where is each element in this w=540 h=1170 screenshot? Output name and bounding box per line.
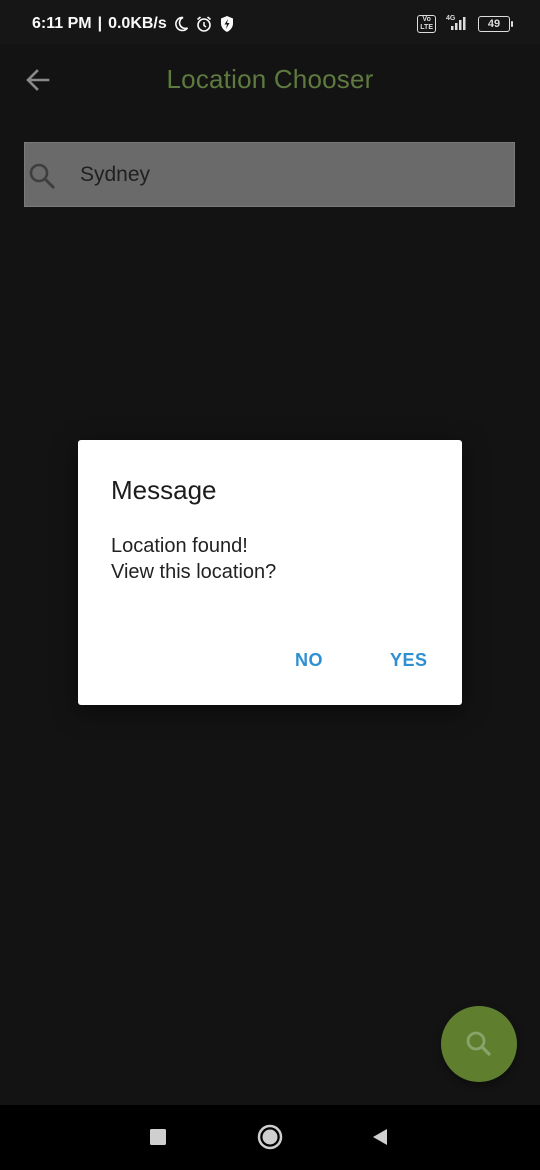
- shield-bolt-icon: [219, 15, 235, 33]
- volte-icon: Vo LTE: [417, 15, 436, 33]
- triangle-back-icon: [373, 1129, 387, 1145]
- yes-button[interactable]: YES: [384, 646, 434, 675]
- search-bar[interactable]: [24, 142, 515, 207]
- dialog-title: Message: [111, 475, 217, 505]
- alarm-icon: [195, 15, 213, 33]
- search-icon: [29, 163, 56, 190]
- circle-icon: [257, 1124, 283, 1150]
- battery-level: 49: [487, 18, 501, 30]
- app-bar: Location Chooser: [0, 44, 540, 116]
- dialog-message-line1: Location found!: [111, 535, 248, 557]
- square-icon: [150, 1129, 166, 1145]
- status-separator: |: [97, 15, 103, 32]
- page-title: Location Chooser: [166, 64, 374, 94]
- message-dialog: Message Location found! View this locati…: [78, 440, 462, 705]
- status-left: 6:11 PM | 0.0KB/s: [32, 12, 235, 36]
- moon-icon: [173, 16, 189, 32]
- battery-icon: 49: [478, 16, 513, 32]
- search-fab-button[interactable]: [441, 1006, 517, 1082]
- home-button[interactable]: [256, 1123, 284, 1151]
- search-input[interactable]: [80, 143, 500, 206]
- navigation-bar: [0, 1105, 540, 1170]
- dialog-message-line2: View this location?: [111, 561, 277, 583]
- dialog-message: Location found! View this location?: [111, 533, 276, 585]
- system-back-button[interactable]: [368, 1125, 392, 1149]
- status-speed: 0.0KB/s: [108, 15, 167, 32]
- status-bar: 6:11 PM | 0.0KB/s Vo LTE 4G 49: [0, 0, 540, 44]
- recent-apps-button[interactable]: [146, 1125, 170, 1149]
- no-button[interactable]: NO: [289, 646, 329, 675]
- signal-icon: 4G: [444, 13, 470, 36]
- network-type: 4G: [446, 15, 456, 22]
- search-icon: [466, 1031, 492, 1057]
- status-time: 6:11 PM: [32, 15, 92, 32]
- status-right: Vo LTE 4G 49: [417, 12, 513, 36]
